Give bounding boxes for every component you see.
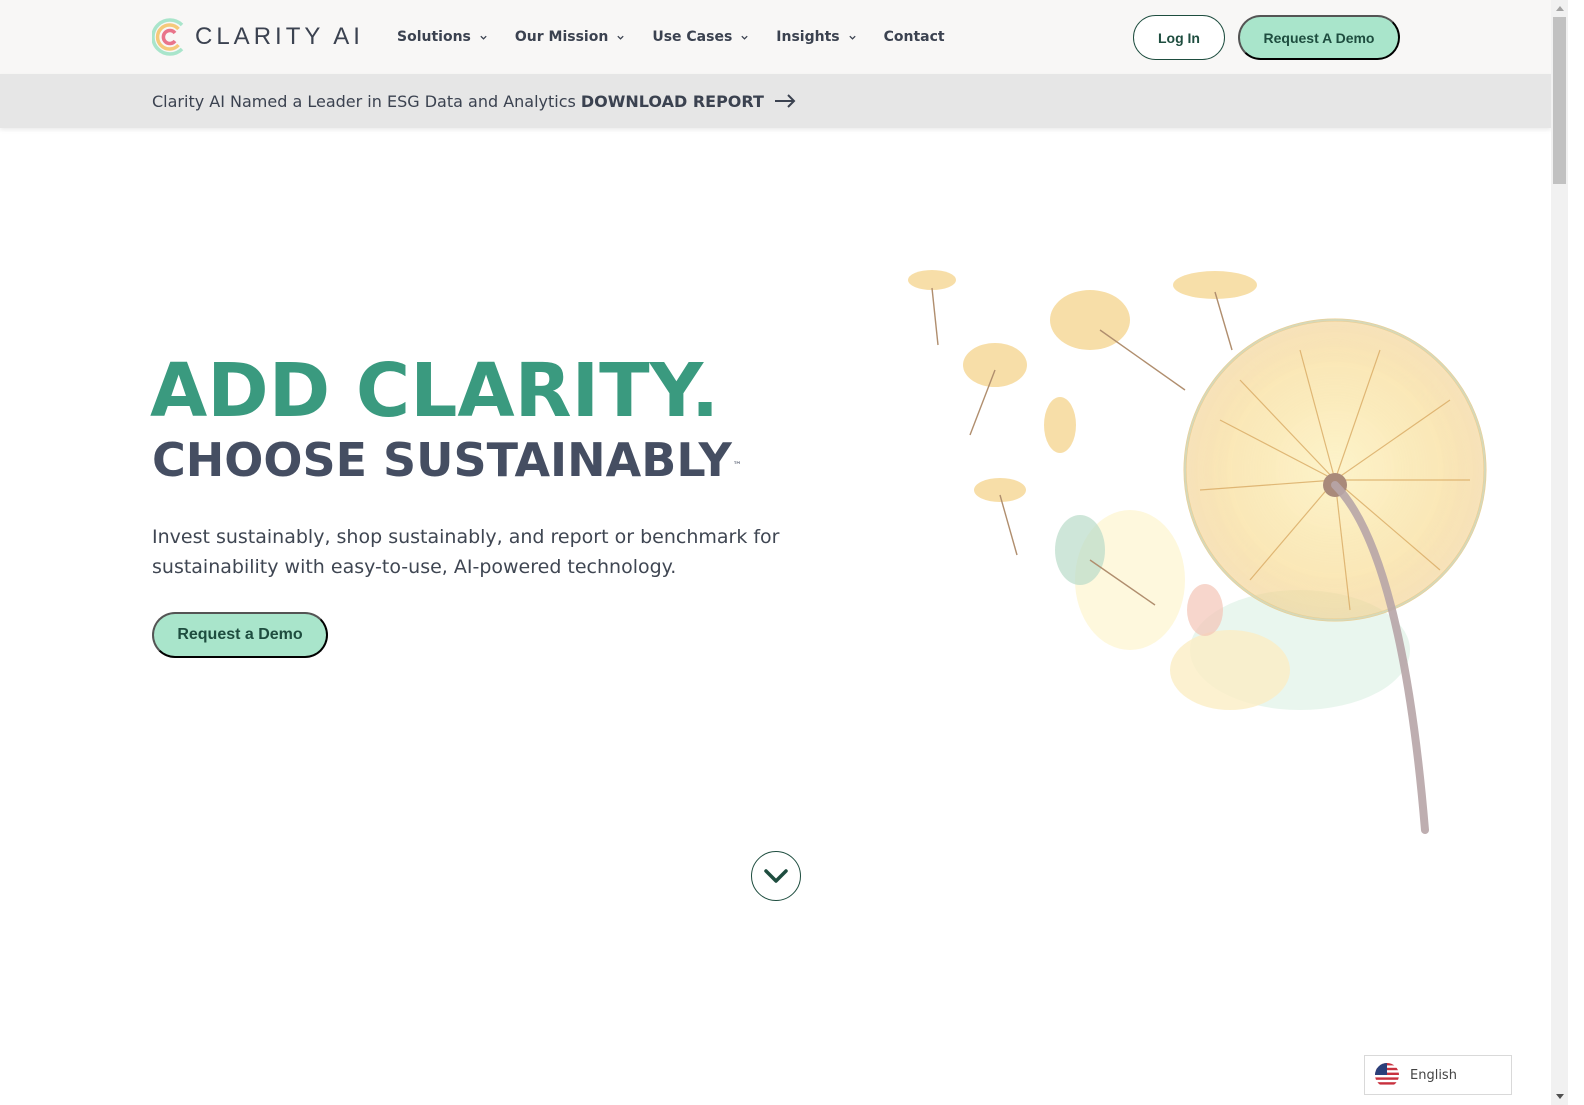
- download-report-label: DOWNLOAD REPORT: [580, 91, 764, 111]
- nav-item-label: Insights: [776, 29, 840, 45]
- download-report-link[interactable]: DOWNLOAD REPORT: [581, 92, 796, 111]
- chevron-down-icon: [848, 35, 856, 40]
- scroll-up-arrow[interactable]: [1551, 0, 1568, 17]
- triangle-up-icon: [1555, 6, 1564, 11]
- trademark-symbol: ™: [732, 461, 742, 471]
- logo-text: CLARITY AI: [195, 23, 364, 50]
- language-selector[interactable]: English: [1364, 1055, 1512, 1095]
- announcement-banner: Clarity AI Named a Leader in ESG Data an…: [0, 74, 1551, 128]
- hero-headline: ADD CLARITY.: [150, 348, 720, 434]
- triangle-down-icon: [1555, 1094, 1564, 1099]
- hero-description: Invest sustainably, shop sustainably, an…: [152, 526, 780, 578]
- nav-item-solutions[interactable]: Solutions: [397, 29, 488, 45]
- hero-subheadline: CHOOSE SUSTAINABLY™: [152, 432, 742, 488]
- scroll-down-arrow[interactable]: [1551, 1088, 1568, 1105]
- scroll-down-button[interactable]: [751, 851, 801, 901]
- dandelion-illustration: [908, 270, 1487, 834]
- nav-item-contact[interactable]: Contact: [884, 29, 945, 45]
- nav-item-label: Use Cases: [652, 29, 733, 45]
- request-demo-button-hero[interactable]: Request a Demo: [152, 612, 328, 658]
- page-scrollbar[interactable]: [1551, 0, 1568, 1105]
- request-demo-button-header[interactable]: Request A Demo: [1238, 15, 1400, 60]
- nav-item-use-cases[interactable]: Use Cases: [652, 29, 749, 45]
- nav-item-label: Our Mission: [514, 29, 609, 45]
- chevron-down-icon: [480, 35, 487, 40]
- subheadline-text: CHOOSE SUSTAINABLY: [152, 433, 732, 487]
- window-edge: [1568, 0, 1584, 1105]
- logo[interactable]: CLARITY AI: [152, 17, 364, 57]
- nav-item-label: Contact: [883, 29, 945, 45]
- us-flag-icon: [1375, 1063, 1399, 1087]
- language-label: English: [1410, 1067, 1457, 1083]
- nav-item-our-mission[interactable]: Our Mission: [515, 29, 625, 45]
- clarity-logo-icon: [152, 18, 184, 56]
- scrollbar-thumb[interactable]: [1553, 17, 1566, 184]
- banner-text: Clarity AI Named a Leader in ESG Data an…: [152, 91, 576, 111]
- nav-item-label: Solutions: [397, 29, 471, 45]
- chevron-down-icon: [764, 869, 788, 883]
- arrow-right-icon: [774, 94, 796, 108]
- chevron-down-icon: [741, 35, 748, 40]
- main-nav: Solutions Our Mission Use Cases Insights…: [397, 0, 972, 74]
- chevron-down-icon: [617, 35, 624, 40]
- top-navbar: CLARITY AI Solutions Our Mission Use Cas…: [0, 0, 1551, 74]
- nav-item-insights[interactable]: Insights: [776, 29, 856, 45]
- login-button[interactable]: Log In: [1133, 15, 1225, 60]
